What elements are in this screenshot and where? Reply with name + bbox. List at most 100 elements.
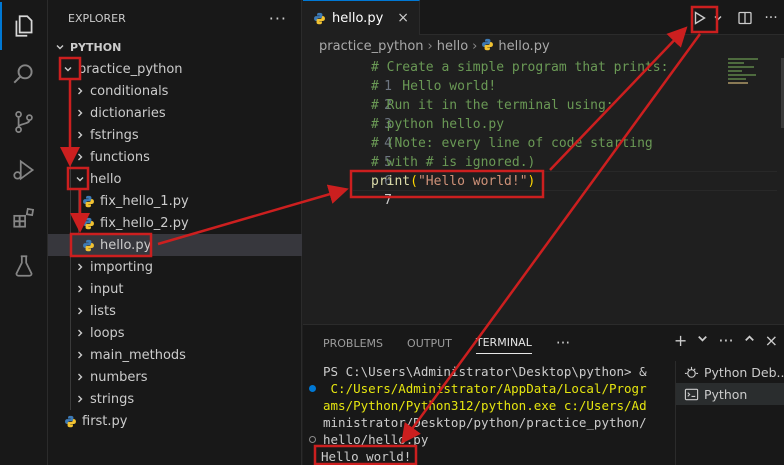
code-paren: ) [527, 174, 536, 189]
close-icon[interactable]: × [397, 10, 409, 26]
run-debug-icon[interactable] [0, 146, 48, 194]
bottom-panel: PROBLEMS OUTPUT TERMINAL ··· + ··· × PS … [303, 324, 784, 465]
chevron-down-icon[interactable] [712, 5, 724, 31]
terminal-line: C:/Users/Administrator/AppData/Local/Pro… [323, 381, 647, 396]
tree-item-label: fix_hello_2.py [100, 215, 189, 231]
new-terminal-icon[interactable]: + [674, 331, 687, 350]
chevron-right-icon [72, 259, 88, 275]
python-file-icon [481, 38, 494, 55]
more-actions-icon[interactable]: ··· [556, 334, 570, 352]
chevron-right-icon [72, 105, 88, 121]
tree-item-label: loops [90, 325, 125, 341]
folder-main-methods[interactable]: main_methods [48, 344, 302, 366]
split-editor-icon[interactable] [732, 5, 758, 31]
folder-numbers[interactable]: numbers [48, 366, 302, 388]
file-hello-py[interactable]: hello.py [48, 234, 302, 256]
close-icon[interactable]: × [765, 331, 778, 350]
explorer-sidebar: EXPLORER ··· PYTHON practice_python cond… [48, 0, 302, 465]
extensions-icon[interactable] [0, 194, 48, 242]
python-file-icon [80, 193, 96, 209]
line-text: # Hello world! [371, 79, 497, 94]
folder-loops[interactable]: loops [48, 322, 302, 344]
code-line: 2 # Hello world! [303, 77, 773, 113]
breadcrumb-item[interactable]: hello.py [498, 39, 549, 54]
line-text: # with # is ignored.) [371, 155, 536, 170]
chevron-down-icon[interactable] [695, 331, 710, 350]
search-icon[interactable] [0, 50, 48, 98]
workspace-root-label: PYTHON [70, 40, 122, 54]
tree-item-label: numbers [90, 369, 148, 385]
terminal-output[interactable]: PS C:\Users\Administrator\Desktop\python… [303, 361, 661, 465]
terminal-line: ams/Python/Python312/python.exe c:/Users… [323, 398, 647, 413]
terminal-item-label: Python Deb... [704, 364, 784, 380]
tree-item-label: main_methods [90, 347, 186, 363]
run-icon[interactable] [686, 5, 712, 31]
code-line: 6 # with # is ignored.) [303, 153, 773, 189]
folder-conditionals[interactable]: conditionals [48, 80, 302, 102]
terminal-list: Python Deb... Python [675, 361, 784, 465]
chevron-down-icon [52, 39, 68, 55]
more-actions-icon[interactable]: ··· [718, 331, 733, 350]
tree-item-label: input [90, 281, 124, 297]
file-first-py[interactable]: first.py [48, 410, 302, 432]
file-fix-hello-2[interactable]: fix_hello_2.py [48, 212, 302, 234]
chevron-right-icon [72, 149, 88, 165]
file-fix-hello-1[interactable]: fix_hello_1.py [48, 190, 302, 212]
tree-item-label: lists [90, 303, 116, 319]
code-paren: ( [410, 174, 418, 189]
chevron-right-icon: › [472, 38, 478, 54]
workspace-root[interactable]: PYTHON [48, 36, 302, 58]
more-actions-icon[interactable]: ··· [758, 5, 784, 31]
command-success-icon [309, 385, 316, 392]
folder-importing[interactable]: importing [48, 256, 302, 278]
chevron-right-icon: › [427, 38, 433, 54]
tab-output[interactable]: OUTPUT [407, 333, 452, 354]
chevron-right-icon [72, 369, 88, 385]
chevron-down-icon [72, 171, 88, 187]
files-icon[interactable] [0, 2, 48, 50]
tree-item-label: hello.py [100, 237, 152, 253]
source-control-icon[interactable] [0, 98, 48, 146]
tab-problems[interactable]: PROBLEMS [323, 333, 383, 354]
chevron-right-icon [72, 303, 88, 319]
folder-functions[interactable]: functions [48, 146, 302, 168]
terminal-icon [684, 388, 699, 400]
tree-item-label: first.py [82, 413, 128, 429]
tree-item-label: dictionaries [90, 105, 166, 121]
breadcrumb-item[interactable]: hello [437, 39, 468, 54]
line-text: # Run it in the terminal using: [371, 98, 614, 113]
terminal-line: Hello world! [321, 449, 412, 464]
minimap[interactable] [728, 58, 772, 88]
terminal-line: PS C:\Users\Administrator\Desktop\python… [323, 364, 647, 379]
python-file-icon [62, 413, 78, 429]
debug-icon [684, 366, 699, 378]
folder-strings[interactable]: strings [48, 388, 302, 410]
breadcrumb-item[interactable]: practice_python [319, 39, 424, 54]
tab-terminal[interactable]: TERMINAL [475, 332, 532, 354]
maximize-icon[interactable] [742, 331, 757, 350]
folder-input[interactable]: input [48, 278, 302, 300]
terminal-item-python[interactable]: Python [676, 383, 784, 405]
chevron-right-icon [72, 83, 88, 99]
python-file-icon [80, 215, 96, 231]
folder-dictionaries[interactable]: dictionaries [48, 102, 302, 124]
folder-hello[interactable]: hello [48, 168, 302, 190]
code-line: 4 # python hello.py [303, 115, 773, 151]
more-actions-icon[interactable]: ··· [269, 9, 287, 28]
terminal-line: ministrator/Desktop/python/practice_pyth… [323, 415, 647, 430]
tree-item-label: strings [90, 391, 135, 407]
testing-icon[interactable] [0, 242, 48, 290]
breadcrumb: practice_python › hello › hello.py [303, 35, 784, 57]
folder-lists[interactable]: lists [48, 300, 302, 322]
panel-tabs: PROBLEMS OUTPUT TERMINAL ··· + ··· × [303, 325, 784, 361]
code-line: 7 print("Hello world!") [303, 172, 773, 208]
folder-practice-python[interactable]: practice_python [48, 58, 302, 80]
tree-item-label: practice_python [78, 61, 183, 77]
chevron-right-icon [72, 127, 88, 143]
folder-fstrings[interactable]: fstrings [48, 124, 302, 146]
tab-hello-py[interactable]: hello.py × [303, 0, 420, 35]
terminal-item-python-debug[interactable]: Python Deb... [676, 361, 784, 383]
code-line: 5 # (Note: every line of code starting [303, 134, 773, 170]
tree-item-label: hello [90, 171, 122, 187]
code-string: "Hello world!" [417, 174, 528, 189]
